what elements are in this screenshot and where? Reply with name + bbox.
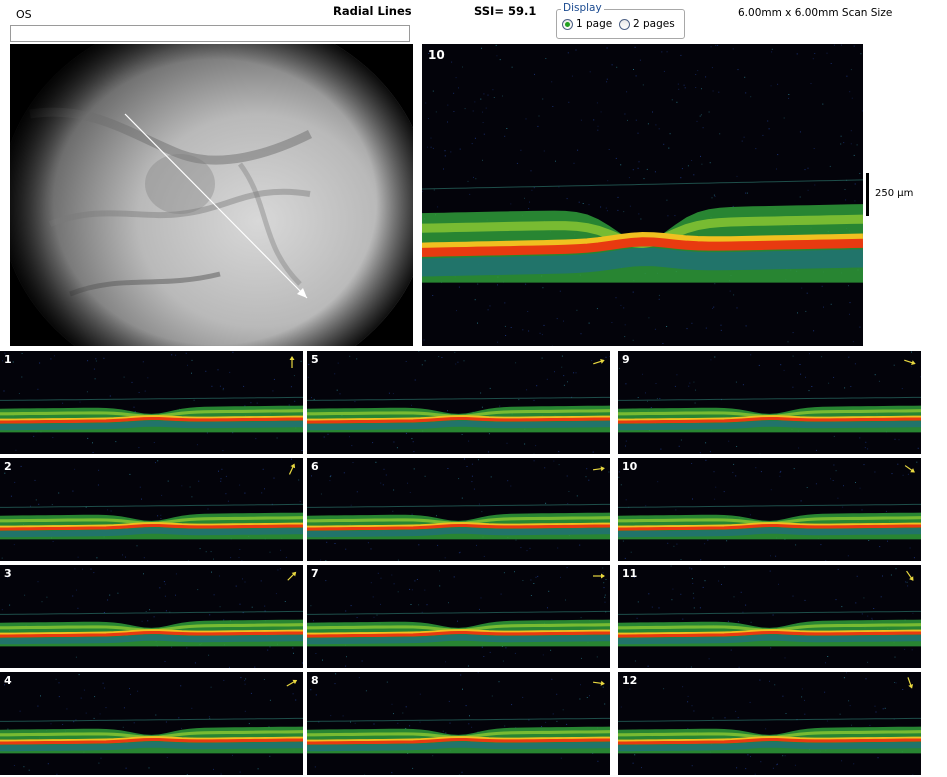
ssi-value: SSI= 59.1: [474, 4, 537, 18]
scan-direction-arrow-icon: [593, 359, 605, 365]
thumbnail-number: 3: [4, 567, 12, 580]
radio-1-page-label: 1 page: [576, 18, 613, 30]
main-scan-number: 10: [428, 48, 445, 62]
thumbnail-number: 4: [4, 674, 12, 687]
radio-unchecked-icon: [619, 18, 630, 30]
fundus-image[interactable]: [10, 44, 413, 346]
thumbnail-number: 7: [311, 567, 319, 580]
thumbnail-number: 11: [622, 567, 638, 580]
oct-thumbnail-11[interactable]: 11: [618, 565, 921, 668]
oct-thumbnail-1[interactable]: 1: [0, 351, 303, 454]
scale-bar: [866, 173, 869, 216]
scan-direction-arrow-icon: [289, 356, 295, 368]
scan-direction-arrow-icon: [592, 680, 605, 686]
oct-thumbnail-10[interactable]: 10: [618, 458, 921, 561]
radio-2-pages-label: 2 pages: [633, 18, 675, 30]
thumbnail-number: 6: [311, 460, 319, 473]
scan-direction-arrow-icon: [906, 570, 914, 581]
scale-bar-label: 250 µm: [875, 188, 914, 199]
thumbnail-number: 12: [622, 674, 638, 687]
oct-thumbnail-5[interactable]: 5: [307, 351, 610, 454]
oct-thumbnail-9[interactable]: 9: [618, 351, 921, 454]
scan-type-title: Radial Lines: [333, 4, 412, 18]
scan-direction-arrow-icon: [287, 571, 297, 581]
thumbnail-number: 8: [311, 674, 319, 687]
radio-1-page[interactable]: 1 page: [562, 18, 612, 30]
scan-size-label: 6.00mm x 6.00mm Scan Size: [738, 7, 893, 19]
scan-direction-arrow-icon: [904, 359, 916, 365]
oct-thumbnail-2[interactable]: 2: [0, 458, 303, 561]
main-oct-scan[interactable]: 10: [422, 44, 863, 346]
oct-thumbnail-6[interactable]: 6: [307, 458, 610, 561]
scan-direction-arrow-icon: [907, 677, 914, 689]
scan-direction-arrow-icon: [288, 463, 296, 475]
thumbnail-number: 5: [311, 353, 319, 366]
radio-checked-icon: [562, 18, 573, 30]
oct-thumbnail-3[interactable]: 3: [0, 565, 303, 668]
scan-direction-arrow-icon: [593, 573, 605, 579]
scan-direction-arrow-icon: [592, 466, 605, 472]
oct-thumbnail-8[interactable]: 8: [307, 672, 610, 775]
oct-thumbnail-7[interactable]: 7: [307, 565, 610, 668]
scan-direction-arrow-icon: [286, 679, 298, 687]
oct-thumbnail-4[interactable]: 4: [0, 672, 303, 775]
fundus-info-field[interactable]: [10, 25, 410, 42]
oct-thumbnail-12[interactable]: 12: [618, 672, 921, 775]
thumbnail-number: 10: [622, 460, 638, 473]
radio-2-pages[interactable]: 2 pages: [619, 18, 675, 30]
eye-label: OS: [16, 8, 32, 21]
thumbnail-number: 1: [4, 353, 12, 366]
thumbnail-number: 2: [4, 460, 12, 473]
thumbnail-number: 9: [622, 353, 630, 366]
display-legend: Display: [561, 2, 604, 14]
display-radio-group: Display 1 page 2 pages: [556, 2, 685, 39]
scan-direction-arrow-icon: [904, 465, 915, 473]
